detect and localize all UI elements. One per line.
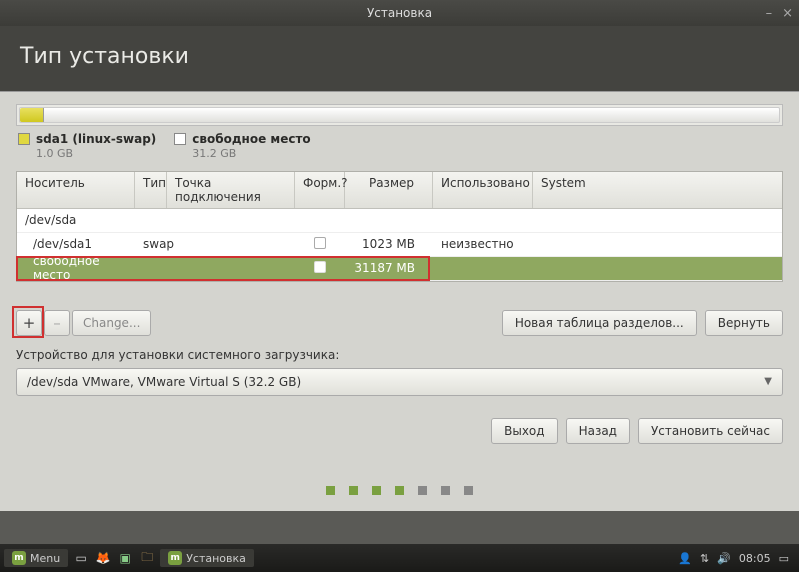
cell-size: 1023 MB bbox=[345, 235, 433, 253]
remove-partition-button[interactable]: – bbox=[44, 310, 70, 336]
bootloader-value: /dev/sda VMware, VMware Virtual S (32.2 … bbox=[27, 375, 301, 389]
volume-icon[interactable]: 🔊 bbox=[717, 552, 731, 565]
bootloader-label: Устройство для установки системного загр… bbox=[16, 348, 783, 362]
taskbar-task[interactable]: m Установка bbox=[160, 549, 254, 567]
minimize-button[interactable]: – bbox=[766, 6, 773, 21]
files-icon[interactable]: 🗀 bbox=[138, 549, 156, 567]
step-dot bbox=[349, 486, 358, 495]
change-partition-button[interactable]: Change... bbox=[72, 310, 151, 336]
header: Тип установки bbox=[0, 26, 799, 91]
window-controls: – × bbox=[766, 6, 793, 21]
mint-logo-icon: m bbox=[12, 551, 26, 565]
table-row-selected[interactable]: свободное место 31187 MB bbox=[17, 257, 782, 281]
cell-used bbox=[433, 266, 533, 270]
back-button[interactable]: Назад bbox=[566, 418, 630, 444]
table-row[interactable]: /dev/sda bbox=[17, 209, 782, 233]
session-icon[interactable]: ▭ bbox=[779, 552, 789, 565]
format-checkbox[interactable] bbox=[314, 261, 326, 273]
cell-type bbox=[135, 266, 167, 270]
disk-legend: sda1 (linux-swap) 1.0 GB свободное место… bbox=[18, 132, 783, 161]
step-dot bbox=[418, 486, 427, 495]
step-dot bbox=[326, 486, 335, 495]
partition-toolbar: + – Change... Новая таблица разделов... … bbox=[16, 310, 783, 336]
quit-button[interactable]: Выход bbox=[491, 418, 557, 444]
firefox-icon[interactable]: 🦊 bbox=[94, 549, 112, 567]
table-header: Носитель Тип Точка подключения Форм.? Ра… bbox=[17, 172, 782, 209]
legend-swatch-icon bbox=[18, 133, 30, 145]
clock[interactable]: 08:05 bbox=[739, 552, 771, 565]
legend-name: свободное место bbox=[192, 132, 310, 146]
cell-system bbox=[533, 242, 782, 246]
cell-mount bbox=[167, 242, 295, 246]
chevron-down-icon: ▼ bbox=[764, 376, 772, 387]
bootloader-device-select[interactable]: /dev/sda VMware, VMware Virtual S (32.2 … bbox=[16, 368, 783, 396]
cell-size: 31187 MB bbox=[345, 259, 433, 277]
cell-device: /dev/sda1 bbox=[17, 235, 135, 253]
col-type[interactable]: Тип bbox=[135, 172, 167, 208]
user-icon[interactable]: 👤 bbox=[678, 552, 692, 565]
step-dot bbox=[372, 486, 381, 495]
cell-device: свободное место bbox=[17, 252, 135, 284]
col-format[interactable]: Форм.? bbox=[295, 172, 345, 208]
disk-segment-swap bbox=[20, 108, 44, 122]
step-dot bbox=[464, 486, 473, 495]
col-system[interactable]: System bbox=[533, 172, 782, 208]
format-checkbox[interactable] bbox=[314, 237, 326, 249]
step-dot bbox=[441, 486, 450, 495]
page-title: Тип установки bbox=[20, 44, 779, 69]
legend-name: sda1 (linux-swap) bbox=[36, 132, 156, 146]
cell-format bbox=[295, 259, 345, 278]
cell-format bbox=[295, 218, 345, 222]
partition-table: Носитель Тип Точка подключения Форм.? Ра… bbox=[16, 171, 783, 282]
start-menu-button[interactable]: m Menu bbox=[4, 549, 68, 567]
cell-used: неизвестно bbox=[433, 235, 533, 253]
network-icon[interactable]: ⇅ bbox=[700, 552, 709, 565]
show-desktop-icon[interactable]: ▭ bbox=[72, 549, 90, 567]
cell-system bbox=[533, 266, 782, 270]
col-mount[interactable]: Точка подключения bbox=[167, 172, 295, 208]
terminal-icon[interactable]: ▣ bbox=[116, 549, 134, 567]
cell-device: /dev/sda bbox=[17, 211, 135, 229]
col-device[interactable]: Носитель bbox=[17, 172, 135, 208]
mint-logo-icon: m bbox=[168, 551, 182, 565]
cell-size bbox=[345, 218, 433, 222]
legend-size: 31.2 GB bbox=[192, 147, 310, 160]
menu-label: Menu bbox=[30, 552, 60, 565]
disk-usage-bar bbox=[16, 104, 783, 126]
cell-mount bbox=[167, 218, 295, 222]
install-now-button[interactable]: Установить сейчас bbox=[638, 418, 783, 444]
legend-size: 1.0 GB bbox=[36, 147, 156, 160]
legend-item-free: свободное место 31.2 GB bbox=[174, 132, 310, 161]
cell-mount bbox=[167, 266, 295, 270]
window-title: Установка bbox=[367, 6, 432, 20]
add-partition-button[interactable]: + bbox=[16, 310, 42, 336]
col-used[interactable]: Использовано bbox=[433, 172, 533, 208]
taskbar: m Menu ▭ 🦊 ▣ 🗀 m Установка 👤 ⇅ 🔊 08:05 ▭ bbox=[0, 544, 799, 572]
legend-item-sda1: sda1 (linux-swap) 1.0 GB bbox=[18, 132, 156, 161]
cell-format bbox=[295, 235, 345, 254]
content: sda1 (linux-swap) 1.0 GB свободное место… bbox=[0, 91, 799, 511]
step-indicator bbox=[16, 486, 783, 495]
cell-type bbox=[135, 218, 167, 222]
cell-used bbox=[433, 218, 533, 222]
task-label: Установка bbox=[186, 552, 246, 565]
cell-type: swap bbox=[135, 235, 167, 253]
legend-swatch-icon bbox=[174, 133, 186, 145]
new-partition-table-button[interactable]: Новая таблица разделов... bbox=[502, 310, 697, 336]
cell-system bbox=[533, 218, 782, 222]
titlebar: Установка – × bbox=[0, 0, 799, 26]
col-size[interactable]: Размер bbox=[345, 172, 433, 208]
nav-buttons: Выход Назад Установить сейчас bbox=[16, 418, 783, 444]
close-button[interactable]: × bbox=[782, 6, 793, 21]
step-dot bbox=[395, 486, 404, 495]
revert-button[interactable]: Вернуть bbox=[705, 310, 783, 336]
